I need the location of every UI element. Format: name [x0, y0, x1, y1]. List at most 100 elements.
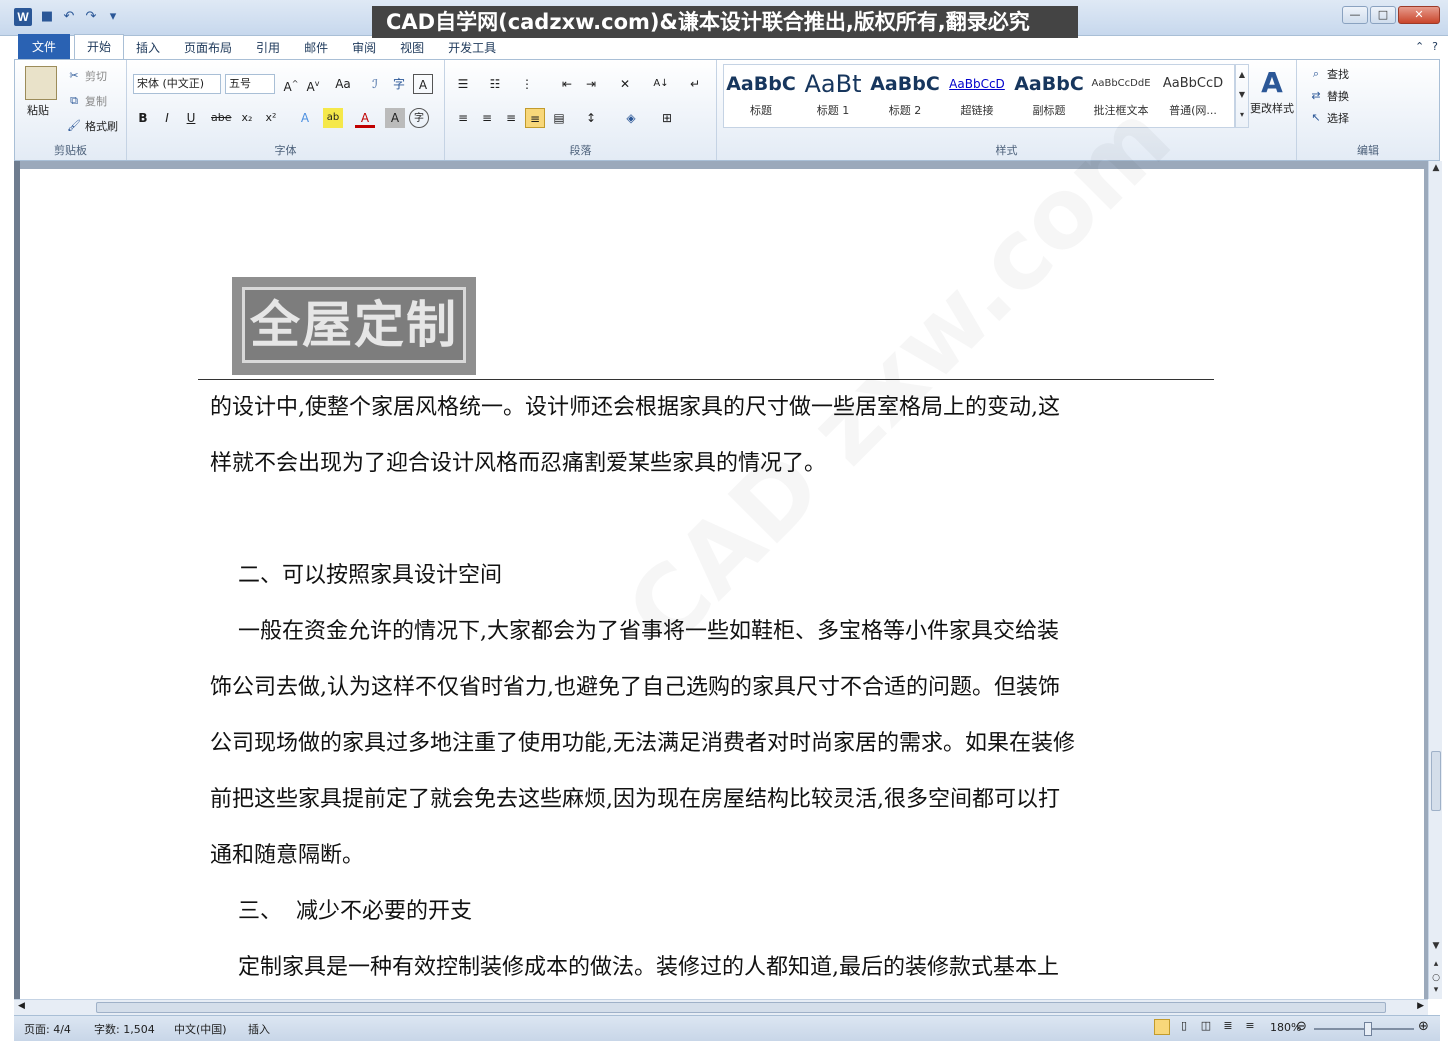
undo-icon[interactable]: ↶: [62, 10, 76, 24]
format-painter-button[interactable]: 🖌 格式刷: [67, 118, 118, 134]
horizontal-scroll-thumb[interactable]: [96, 1002, 1386, 1013]
select-button[interactable]: ↖ 选择: [1309, 110, 1349, 126]
styles-scroll-icon[interactable]: ▲ ▼ ▾: [1235, 64, 1249, 128]
scroll-down-icon[interactable]: ▼: [1429, 941, 1443, 955]
line-spacing-icon[interactable]: ↕: [581, 108, 601, 128]
enclose-char-icon[interactable]: 字: [409, 108, 429, 128]
zoom-in-icon[interactable]: ⊕: [1418, 1019, 1429, 1034]
outline-icon[interactable]: ≣: [1220, 1019, 1236, 1035]
style-normal-web[interactable]: AaBbCcD 普通(网...: [1157, 66, 1229, 124]
shrink-font-icon[interactable]: Av: [303, 74, 323, 94]
justify-icon[interactable]: ≡: [525, 108, 545, 128]
align-right-icon[interactable]: ≡: [501, 108, 521, 128]
tab-developer[interactable]: 开发工具: [436, 36, 508, 60]
tab-references[interactable]: 引用: [244, 36, 292, 60]
grow-font-icon[interactable]: A^: [281, 74, 301, 94]
italic-icon[interactable]: I: [157, 108, 177, 128]
paste-button[interactable]: 粘贴: [27, 102, 49, 118]
borders-icon[interactable]: ⊞: [657, 108, 677, 128]
maximize-button[interactable]: □: [1370, 6, 1396, 24]
font-name-combo[interactable]: 宋体 (中文正): [133, 74, 221, 94]
change-case-icon[interactable]: Aa: [333, 74, 353, 94]
text-effects-icon[interactable]: A: [295, 108, 315, 128]
vertical-scroll-thumb[interactable]: [1431, 751, 1441, 811]
tab-review[interactable]: 审阅: [340, 36, 388, 60]
change-styles-button[interactable]: A 更改样式: [1249, 66, 1295, 116]
replace-button[interactable]: ⇄ 替换: [1309, 88, 1349, 104]
numbering-icon[interactable]: ☷: [485, 74, 505, 94]
tab-page-layout[interactable]: 页面布局: [172, 36, 244, 60]
paragraph-line[interactable]: 公司现场做的家具过多地注重了使用功能,无法满足消费者对时尚家居的需求。如果在装修: [210, 716, 1210, 772]
underline-icon[interactable]: U: [181, 108, 201, 128]
customize-qat-icon[interactable]: ▾: [106, 10, 120, 24]
minimize-ribbon-icon[interactable]: ⌃: [1415, 40, 1424, 53]
style-heading-1[interactable]: AaBt 标题 1: [797, 66, 869, 124]
paragraph-line[interactable]: 前把这些家具提前定了就会免去这些麻烦,因为现在房屋结构比较灵活,很多空间都可以打: [210, 772, 1210, 828]
align-left-icon[interactable]: ≡: [453, 108, 473, 128]
style-hyperlink[interactable]: AaBbCcD 超链接: [941, 66, 1013, 124]
redo-icon[interactable]: ↷: [84, 10, 98, 24]
style-heading-2[interactable]: AaBbC 标题 2: [869, 66, 941, 124]
highlight-icon[interactable]: ab: [323, 108, 343, 128]
zoom-out-icon[interactable]: ⊖: [1296, 1019, 1307, 1034]
superscript-icon[interactable]: x²: [261, 108, 281, 128]
minimize-button[interactable]: —: [1342, 6, 1368, 24]
font-color-icon[interactable]: A: [355, 108, 375, 128]
chinese-layout-icon[interactable]: ✕: [615, 74, 635, 94]
word-logo-icon[interactable]: W: [14, 8, 32, 26]
multilevel-list-icon[interactable]: ⋮: [517, 74, 537, 94]
show-marks-icon[interactable]: ↵: [685, 74, 705, 94]
font-size-combo[interactable]: 五号: [225, 74, 275, 94]
scroll-right-icon[interactable]: ▶: [1417, 1001, 1424, 1011]
close-button[interactable]: ✕: [1398, 6, 1440, 24]
bold-icon[interactable]: B: [133, 108, 153, 128]
print-layout-icon[interactable]: [1154, 1019, 1170, 1035]
tab-insert[interactable]: 插入: [124, 36, 172, 60]
tab-file[interactable]: 文件: [18, 34, 70, 60]
web-layout-icon[interactable]: ◫: [1198, 1019, 1214, 1035]
paragraph-line[interactable]: 的设计中,使整个家居风格统一。设计师还会根据家具的尺寸做一些居室格局上的变动,这: [210, 380, 1210, 436]
cut-button[interactable]: ✂ 剪切: [67, 68, 107, 84]
phonetic-guide-icon[interactable]: 字: [389, 74, 409, 94]
word-count[interactable]: 字数: 1,504: [94, 1021, 155, 1037]
zoom-slider-knob[interactable]: [1364, 1022, 1372, 1036]
paragraph-line[interactable]: 一般在资金允许的情况下,大家都会为了省事将一些如鞋柜、多宝格等小件家具交给装: [210, 604, 1210, 660]
paragraph-line[interactable]: 饰公司去做,认为这样不仅省时省力,也避免了自己选购的家具尺寸不合适的问题。但装饰: [210, 660, 1210, 716]
find-button[interactable]: ⌕ 查找: [1309, 66, 1349, 82]
align-center-icon[interactable]: ≡: [477, 108, 497, 128]
paragraph-line[interactable]: 通和随意隔断。: [210, 828, 1210, 884]
tab-view[interactable]: 视图: [388, 36, 436, 60]
distributed-icon[interactable]: ▤: [549, 108, 569, 128]
decrease-indent-icon[interactable]: ⇤: [557, 74, 577, 94]
style-subtitle[interactable]: AaBbC 副标题: [1013, 66, 1085, 124]
sort-icon[interactable]: A↓: [651, 74, 671, 94]
vertical-scrollbar[interactable]: ▲ ▼ ▴ ○ ▾: [1428, 161, 1442, 999]
insert-mode[interactable]: 插入: [248, 1021, 270, 1037]
tab-mailings[interactable]: 邮件: [292, 36, 340, 60]
style-title[interactable]: AaBbC 标题: [725, 66, 797, 124]
paragraph-line[interactable]: 定制家具是一种有效控制装修成本的做法。装修过的人都知道,最后的装修款式基本上: [210, 940, 1210, 996]
document-page[interactable]: CAD zxw.com 全屋定制 的设计中,使整个家居风格统一。设计师还会根据家…: [20, 169, 1424, 1009]
paragraph-line[interactable]: 样就不会出现为了迎合设计风格而忍痛割爱某些家具的情况了。: [210, 436, 1210, 492]
page-count[interactable]: 页面: 4/4: [24, 1021, 71, 1037]
scroll-up-icon[interactable]: ▲: [1429, 163, 1443, 177]
increase-indent-icon[interactable]: ⇥: [581, 74, 601, 94]
draft-icon[interactable]: ≡: [1242, 1019, 1258, 1035]
heading-line[interactable]: 三、 减少不必要的开支: [210, 884, 1210, 940]
horizontal-scrollbar[interactable]: ◀ ▶: [14, 999, 1428, 1015]
bullets-icon[interactable]: ☰: [453, 74, 473, 94]
paste-icon[interactable]: [25, 66, 57, 100]
shading-icon[interactable]: ◈: [621, 108, 641, 128]
copy-button[interactable]: ⧉ 复制: [67, 93, 107, 109]
heading-line[interactable]: 二、可以按照家具设计空间: [210, 548, 1210, 604]
prev-page-icon[interactable]: ▴: [1429, 959, 1443, 973]
char-shading-icon[interactable]: A: [385, 108, 405, 128]
help-icon[interactable]: ?: [1432, 40, 1438, 53]
save-icon[interactable]: ■: [40, 10, 54, 24]
strikethrough-icon[interactable]: abe: [211, 108, 232, 128]
language-indicator[interactable]: 中文(中国): [174, 1021, 227, 1037]
subscript-icon[interactable]: x₂: [237, 108, 257, 128]
reading-layout-icon[interactable]: ▯: [1176, 1019, 1192, 1035]
document-image[interactable]: 全屋定制: [232, 277, 476, 375]
scroll-left-icon[interactable]: ◀: [18, 1001, 25, 1011]
